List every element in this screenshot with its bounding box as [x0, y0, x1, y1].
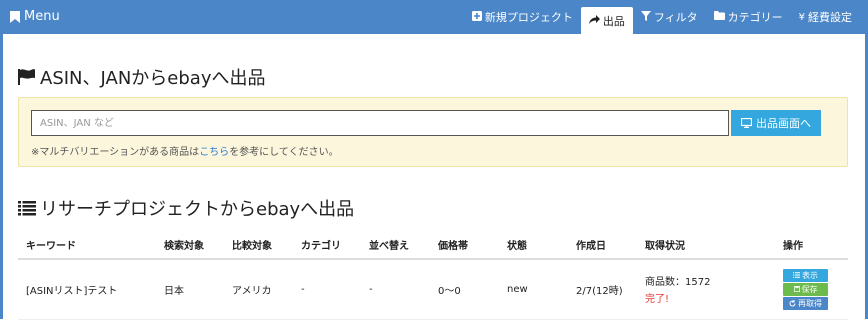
cell-fetch-status: 商品数：1572 完了! [637, 259, 775, 320]
plus-square-icon [471, 10, 482, 24]
col-sort[interactable]: 並べ替え [361, 231, 430, 260]
nav-expense-label: 経費設定 [808, 11, 852, 24]
col-fetch-status[interactable]: 取得状況 [637, 231, 775, 260]
menu-brand-label: Menu [24, 9, 60, 24]
top-navbar: Menu 新規プロジェクト 出品 フィルタ カテゴリー ¥ 経費設定 [0, 0, 868, 34]
flag-icon [18, 69, 35, 85]
save-button[interactable]: 保存 [783, 282, 828, 296]
cell-operations: 表示 保存 再取得 [775, 259, 848, 320]
refetch-button-label: 再取得 [798, 298, 822, 308]
asin-jan-input[interactable] [31, 110, 729, 136]
nav-category-label: カテゴリー [727, 11, 783, 24]
nav-filter-label: フィルタ [653, 11, 698, 24]
filter-icon [640, 10, 651, 24]
nav-filter[interactable]: フィルタ [633, 0, 706, 34]
save-button-label: 保存 [801, 284, 818, 294]
share-arrow-icon [588, 14, 600, 27]
nav-expense[interactable]: ¥ 経費設定 [791, 0, 860, 34]
operation-buttons: 表示 保存 再取得 [783, 268, 828, 310]
nav-new-project-label: 新規プロジェクト [484, 11, 573, 24]
col-compare-target[interactable]: 比較対象 [224, 231, 293, 260]
cell-condition: new [499, 259, 568, 320]
nav-new-project[interactable]: 新規プロジェクト [464, 0, 581, 34]
asin-section-title-text: ASIN、JANからebayへ出品 [40, 68, 266, 89]
bookmark-icon [10, 11, 20, 23]
list-icon [18, 201, 36, 216]
cell-category: - [293, 259, 361, 320]
nav-items: 新規プロジェクト 出品 フィルタ カテゴリー ¥ 経費設定 [464, 0, 860, 34]
research-section-title-text: リサーチプロジェクトからebayへ出品 [40, 199, 355, 220]
show-button[interactable]: 表示 [783, 268, 828, 282]
cell-compare-target: アメリカ [224, 259, 293, 320]
asin-input-well: 出品画面へ ※マルチバリエーションがある商品はこちらを参考にしてください。 [18, 97, 848, 167]
col-category[interactable]: カテゴリ [293, 231, 361, 260]
nav-category[interactable]: カテゴリー [706, 0, 791, 34]
product-count: 商品数：1572 [645, 277, 711, 289]
nav-listing[interactable]: 出品 [580, 7, 633, 34]
table-header-row: キーワード 検索対象 比較対象 カテゴリ 並べ替え 価格帯 状態 作成日 取得状… [18, 231, 848, 260]
menu-brand[interactable]: Menu [10, 0, 60, 34]
note-suffix: を参考にしてください。 [229, 147, 339, 158]
refetch-button[interactable]: 再取得 [783, 296, 828, 310]
go-to-listing-label: 出品画面へ [756, 117, 811, 130]
col-condition[interactable]: 状態 [499, 231, 568, 260]
research-section-title: リサーチプロジェクトからebayへ出品 [18, 195, 354, 221]
research-projects-table: キーワード 検索対象 比較対象 カテゴリ 並べ替え 価格帯 状態 作成日 取得状… [18, 231, 848, 320]
folder-icon [713, 11, 725, 23]
col-price-range[interactable]: 価格帯 [430, 231, 499, 260]
yen-icon: ¥ [798, 11, 805, 23]
monitor-icon [741, 118, 752, 128]
cell-search-target: 日本 [156, 259, 224, 320]
col-operations: 操作 [775, 231, 848, 260]
nav-listing-label: 出品 [602, 14, 625, 28]
save-icon [793, 286, 800, 293]
show-button-label: 表示 [802, 270, 818, 280]
note-prefix: ※マルチバリエーションがある商品は [31, 147, 200, 158]
cell-price-range: 0〜0 [430, 259, 499, 320]
asin-section-title: ASIN、JANからebayへ出品 [18, 64, 265, 90]
col-search-target[interactable]: 検索対象 [156, 231, 224, 260]
list-icon [793, 272, 800, 279]
cell-created: 2/7(12時) [568, 259, 637, 320]
note-link[interactable]: こちら [199, 147, 229, 158]
cell-sort: - [361, 259, 430, 320]
table-row: [ASINリスト]テスト 日本 アメリカ - - 0〜0 new 2/7(12時… [18, 259, 848, 320]
go-to-listing-button[interactable]: 出品画面へ [731, 110, 821, 136]
col-keyword[interactable]: キーワード [18, 231, 156, 260]
cell-keyword: [ASINリスト]テスト [18, 259, 156, 320]
status-done-text: 完了! [645, 294, 670, 306]
refresh-icon [789, 299, 796, 307]
col-created[interactable]: 作成日 [568, 231, 637, 260]
variation-note: ※マルチバリエーションがある商品はこちらを参考にしてください。 [31, 143, 339, 158]
